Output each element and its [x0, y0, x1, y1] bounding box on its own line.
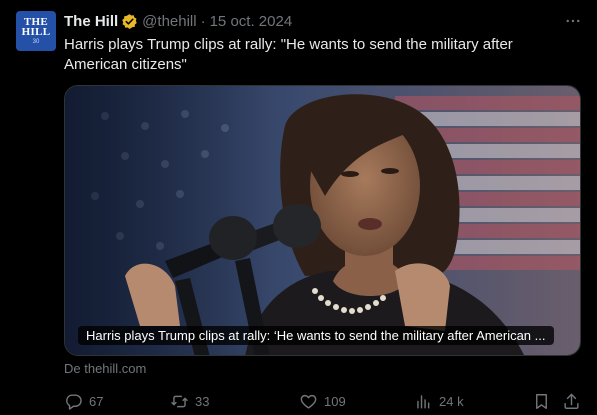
- avatar[interactable]: THE HILL 30: [16, 11, 56, 51]
- bookmark-icon: [536, 393, 547, 409]
- heart-icon: [300, 394, 317, 409]
- views-button[interactable]: 24 k: [414, 389, 464, 413]
- separator-dot: ·: [200, 12, 206, 30]
- reply-button[interactable]: 67: [64, 389, 103, 413]
- avatar-logo-line-2: HILL: [21, 25, 51, 38]
- repost-button[interactable]: 33: [170, 389, 209, 413]
- like-count: 109: [324, 393, 346, 409]
- reply-icon: [66, 393, 82, 410]
- action-bar: 67 33 109 24 k: [64, 389, 584, 413]
- share-button[interactable]: [562, 389, 581, 413]
- repost-count: 33: [195, 393, 210, 409]
- views-count: 24 k: [439, 393, 464, 409]
- repost-icon: [171, 395, 188, 407]
- tweet-text: Harris plays Trump clips at rally: "He w…: [64, 36, 513, 73]
- avatar-logo-line-3: 30: [32, 38, 40, 45]
- bookmark-button[interactable]: [532, 389, 551, 413]
- tweet-date[interactable]: 15 oct. 2024: [210, 13, 293, 30]
- share-icon: [564, 393, 579, 409]
- reply-count: 67: [89, 393, 104, 409]
- author-name[interactable]: The Hill: [64, 13, 118, 30]
- like-button[interactable]: 109: [299, 389, 346, 413]
- views-icon: [417, 394, 430, 409]
- link-card-title: Harris plays Trump clips at rally: ‘He w…: [78, 326, 554, 345]
- link-card[interactable]: Harris plays Trump clips at rally: ‘He w…: [64, 85, 581, 356]
- tweet-header: The Hill @thehill · 15 oct. 2024: [64, 11, 292, 31]
- author-handle[interactable]: @thehill: [142, 13, 196, 30]
- avatar-logo-line-1: THE: [23, 15, 49, 28]
- article-photo: [65, 86, 580, 355]
- link-source[interactable]: De thehill.com: [64, 361, 146, 376]
- verified-badge-icon: [121, 13, 138, 30]
- more-icon[interactable]: [563, 11, 583, 31]
